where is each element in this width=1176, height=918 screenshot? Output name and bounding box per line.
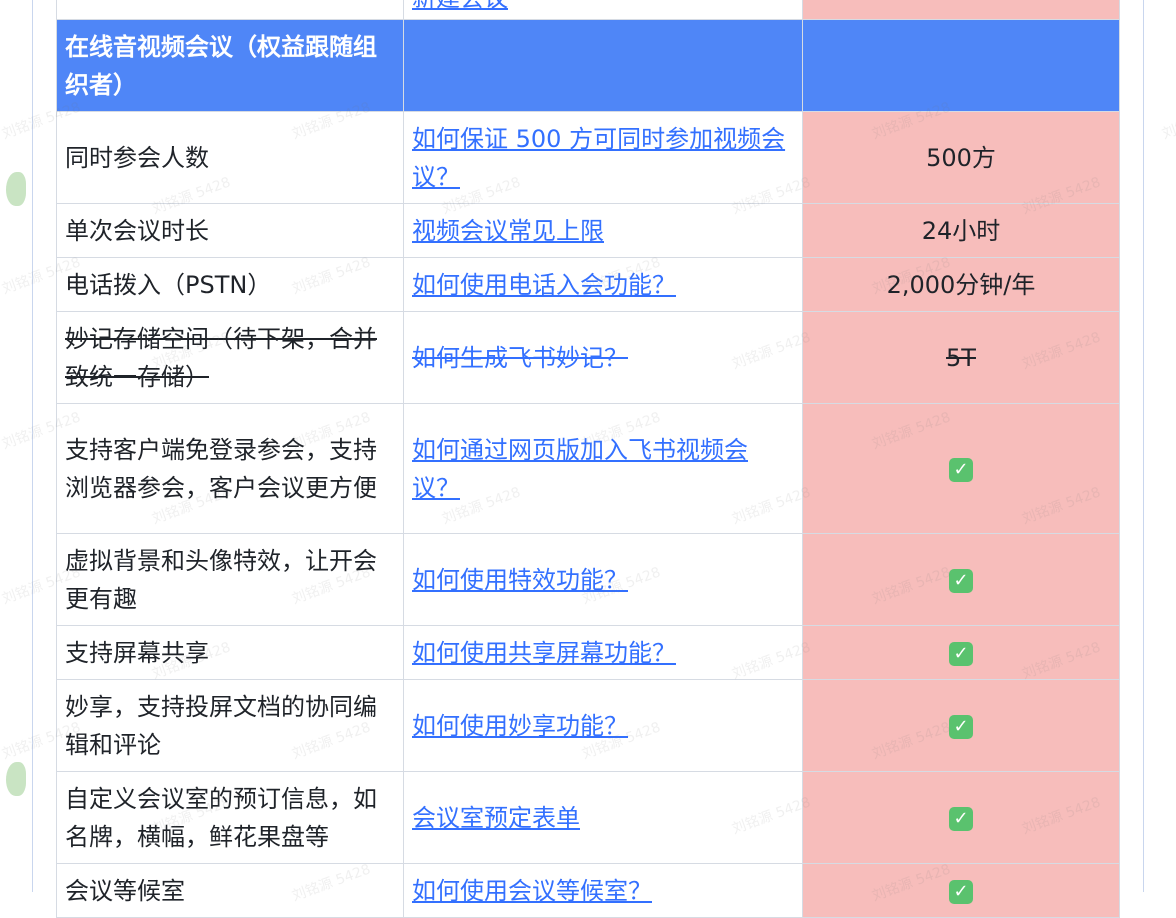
link-cell: 如何通过网页版加入飞书视频会议？ [403, 403, 803, 534]
watermark-text: 刘铭源 5428 [1160, 99, 1176, 143]
section-header-label: 在线音视频会议（权益跟随组织者） [56, 19, 404, 112]
table-row: 同时参会人数 如何保证 500 方可同时参加视频会议？ 500方 [56, 111, 1120, 204]
doc-link[interactable]: 会议室预定表单 [412, 804, 580, 832]
link-cell: 视频会议常见上限 [403, 203, 803, 258]
table-row: 新建会议 [56, 0, 1120, 20]
doc-link[interactable]: 如何通过网页版加入飞书视频会议？ [412, 436, 748, 502]
feature-cell: 支持客户端免登录参会，支持浏览器参会，客户会议更方便 [56, 403, 404, 534]
table-row: 妙享，支持投屏文档的协同编辑和评论 如何使用妙享功能？ ✓ [56, 679, 1120, 772]
value-cell: ✓ [802, 771, 1120, 864]
doc-link[interactable]: 如何使用特效功能？ [412, 566, 628, 594]
value-cell: ✓ [802, 679, 1120, 772]
doc-link[interactable]: 如何保证 500 方可同时参加视频会议？ [412, 125, 785, 191]
table-row: 会议等候室 如何使用会议等候室？ ✓ [56, 863, 1120, 918]
doc-link[interactable]: 如何使用共享屏幕功能？ [412, 639, 676, 667]
table-row: 自定义会议室的预订信息，如名牌，横幅，鲜花果盘等 会议室预定表单 ✓ [56, 771, 1120, 864]
value-cell: 2,000分钟/年 [802, 257, 1120, 312]
table-row: 电话拨入（PSTN） 如何使用电话入会功能？ 2,000分钟/年 [56, 257, 1120, 312]
section-header-row: 在线音视频会议（权益跟随组织者） [56, 19, 1120, 112]
feature-cell: 自定义会议室的预订信息，如名牌，横幅，鲜花果盘等 [56, 771, 404, 864]
link-cell: 如何使用特效功能？ [403, 533, 803, 626]
leaf-decoration-icon [6, 762, 26, 796]
checkmark-icon: ✓ [949, 714, 973, 739]
doc-link[interactable]: 如何使用会议等候室？ [412, 877, 652, 905]
checkmark-icon: ✓ [949, 568, 973, 593]
link-cell: 如何使用电话入会功能？ [403, 257, 803, 312]
doc-link[interactable]: 如何使用电话入会功能？ [412, 271, 676, 299]
value-cell: ✓ [802, 863, 1120, 918]
doc-link[interactable]: 如何生成飞书妙记？ [412, 344, 628, 372]
value-cell: 5T [802, 311, 1120, 404]
link-cell: 如何使用共享屏幕功能？ [403, 625, 803, 680]
value-cell [802, 0, 1120, 20]
checkmark-icon: ✓ [949, 457, 973, 482]
table-row: 妙记存储空间（待下架，合并致统一存储） 如何生成飞书妙记？ 5T [56, 311, 1120, 404]
table-row: 支持屏幕共享 如何使用共享屏幕功能？ ✓ [56, 625, 1120, 680]
value-cell: 500方 [802, 111, 1120, 204]
value-cell: 24小时 [802, 203, 1120, 258]
link-cell: 新建会议 [403, 0, 803, 20]
doc-link[interactable]: 如何使用妙享功能？ [412, 712, 628, 740]
doc-link[interactable]: 新建会议 [412, 0, 508, 12]
pricing-table: 新建会议 在线音视频会议（权益跟随组织者） 同时参会人数 如何保证 500 方可… [56, 0, 1120, 918]
feature-cell: 妙享，支持投屏文档的协同编辑和评论 [56, 679, 404, 772]
feature-cell: 单次会议时长 [56, 203, 404, 258]
link-cell: 如何使用妙享功能？ [403, 679, 803, 772]
section-header-cell [802, 19, 1120, 112]
value-cell: ✓ [802, 403, 1120, 534]
value-cell: ✓ [802, 533, 1120, 626]
leaf-decoration-icon [6, 172, 26, 206]
feature-cell [56, 0, 404, 20]
checkmark-icon: ✓ [949, 806, 973, 831]
feature-cell: 妙记存储空间（待下架，合并致统一存储） [56, 311, 404, 404]
feature-cell: 电话拨入（PSTN） [56, 257, 404, 312]
value-cell: ✓ [802, 625, 1120, 680]
checkmark-icon: ✓ [949, 641, 973, 666]
feature-cell: 同时参会人数 [56, 111, 404, 204]
section-header-cell [403, 19, 803, 112]
link-cell: 如何保证 500 方可同时参加视频会议？ [403, 111, 803, 204]
feature-cell: 支持屏幕共享 [56, 625, 404, 680]
table-row: 单次会议时长 视频会议常见上限 24小时 [56, 203, 1120, 258]
feature-cell: 虚拟背景和头像特效，让开会更有趣 [56, 533, 404, 626]
feature-cell: 会议等候室 [56, 863, 404, 918]
link-cell: 如何生成飞书妙记？ [403, 311, 803, 404]
link-cell: 会议室预定表单 [403, 771, 803, 864]
link-cell: 如何使用会议等候室？ [403, 863, 803, 918]
doc-link[interactable]: 视频会议常见上限 [412, 217, 604, 245]
table-row: 支持客户端免登录参会，支持浏览器参会，客户会议更方便 如何通过网页版加入飞书视频… [56, 403, 1120, 534]
table-row: 虚拟背景和头像特效，让开会更有趣 如何使用特效功能？ ✓ [56, 533, 1120, 626]
